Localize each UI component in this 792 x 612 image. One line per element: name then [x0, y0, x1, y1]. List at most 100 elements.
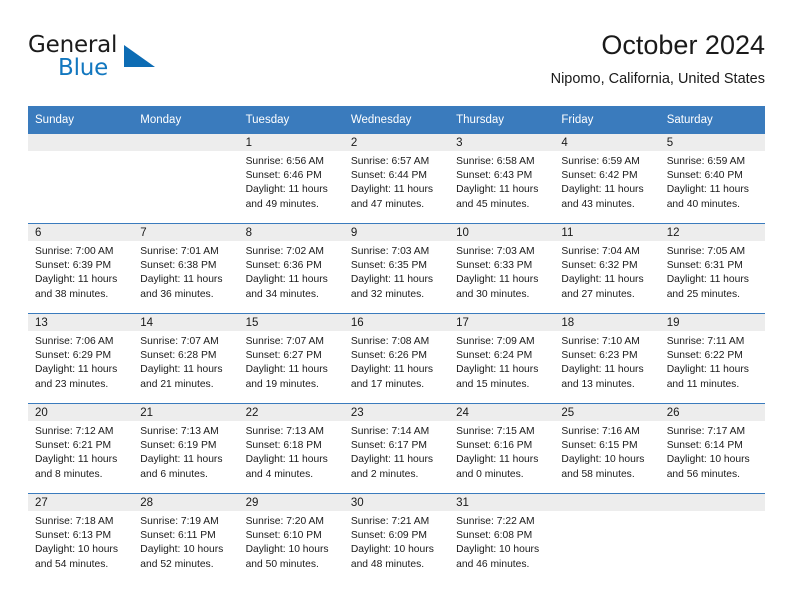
calendar-day-cell[interactable]: 9 Sunrise: 7:03 AM Sunset: 6:35 PM Daylight… — [343, 223, 450, 314]
calendar-day-cell[interactable]: 8 Sunrise: 7:02 AM Sunset: 6:36 PM Daylight… — [238, 223, 344, 314]
calendar-day-cell[interactable]: 31 Sunrise: 7:22 AM Sunset: 6:08 PM Dayligh… — [449, 493, 555, 583]
calendar-day-cell[interactable]: 14 Sunrise: 7:07 AM Sunset: 6:28 PM Dayligh… — [133, 313, 239, 404]
daylight-text-line1: Daylight: 10 hours — [456, 544, 540, 556]
calendar-day-cell[interactable]: 4 Sunrise: 6:59 AM Sunset: 6:42 PM Daylight… — [554, 133, 660, 224]
calendar-day-cell[interactable]: 2 Sunrise: 6:57 AM Sunset: 6:44 PM Daylight… — [343, 133, 450, 224]
day-number: 26 — [659, 404, 765, 421]
calendar-day-cell[interactable]: 3 Sunrise: 6:58 AM Sunset: 6:43 PM Daylight… — [449, 133, 555, 224]
calendar-day-cell[interactable]: 25 Sunrise: 7:16 AM Sunset: 6:15 PM Dayligh… — [554, 403, 660, 494]
sunrise-text: Sunrise: 7:03 AM — [350, 246, 430, 257]
calendar-day-cell[interactable]: 22 Sunrise: 7:13 AM Sunset: 6:18 PM Dayligh… — [238, 403, 344, 494]
calendar-day-cell — [659, 493, 765, 583]
sunrise-text: Sunrise: 7:11 AM — [666, 336, 745, 347]
day-details: Sunrise: 7:16 AM Sunset: 6:15 PM Daylight:… — [554, 421, 659, 482]
daylight-text-line1: Daylight: 11 hours — [350, 454, 434, 466]
calendar-day-cell[interactable]: 16 Sunrise: 7:08 AM Sunset: 6:26 PM Dayligh… — [343, 313, 450, 404]
calendar-day-cell[interactable]: 11 Sunrise: 7:04 AM Sunset: 6:32 PM Dayligh… — [554, 223, 660, 314]
daylight-text-line1: Daylight: 11 hours — [245, 454, 328, 466]
calendar-day-cell[interactable]: 1 Sunrise: 6:56 AM Sunset: 6:46 PM Daylight… — [238, 133, 344, 224]
calendar-day-cell[interactable]: 17 Sunrise: 7:09 AM Sunset: 6:24 PM Dayligh… — [449, 313, 555, 404]
sunset-text: Sunset: 6:15 PM — [561, 440, 638, 452]
day-number: 24 — [449, 404, 555, 421]
day-cell-content: 1 Sunrise: 6:56 AM Sunset: 6:46 PM Daylight… — [238, 134, 344, 223]
daylight-text-line1: Daylight: 10 hours — [140, 544, 224, 556]
day-cell-content: 4 Sunrise: 6:59 AM Sunset: 6:42 PM Daylight… — [554, 134, 660, 223]
day-details: Sunrise: 6:56 AM Sunset: 6:46 PM Daylight:… — [239, 151, 344, 212]
calendar-day-cell[interactable]: 21 Sunrise: 7:13 AM Sunset: 6:19 PM Dayligh… — [133, 403, 239, 494]
calendar-day-cell[interactable]: 6 Sunrise: 7:00 AM Sunset: 6:39 PM Daylight… — [28, 223, 134, 314]
calendar-day-cell[interactable]: 12 Sunrise: 7:05 AM Sunset: 6:31 PM Dayligh… — [659, 223, 765, 314]
sunset-text: Sunset: 6:31 PM — [666, 260, 743, 272]
daylight-text-line1: Daylight: 11 hours — [35, 274, 118, 286]
daylight-text-line2: and 8 minutes. — [35, 468, 103, 480]
calendar-day-cell[interactable]: 28 Sunrise: 7:19 AM Sunset: 6:11 PM Dayligh… — [133, 493, 239, 583]
calendar-day-cell[interactable]: 19 Sunrise: 7:11 AM Sunset: 6:22 PM Dayligh… — [659, 313, 765, 404]
page-subtitle: Nipomo, California, United States — [550, 71, 765, 87]
calendar-day-cell[interactable]: 27 Sunrise: 7:18 AM Sunset: 6:13 PM Dayligh… — [28, 493, 134, 583]
sunset-text: Sunset: 6:18 PM — [245, 440, 322, 452]
sunrise-text: Sunrise: 7:22 AM — [456, 516, 535, 527]
calendar-day-cell[interactable]: 24 Sunrise: 7:15 AM Sunset: 6:16 PM Dayligh… — [449, 403, 555, 494]
calendar-day-cell[interactable]: 13 Sunrise: 7:06 AM Sunset: 6:29 PM Dayligh… — [28, 313, 134, 404]
day-cell-content: 15 Sunrise: 7:07 AM Sunset: 6:27 PM Dayligh… — [238, 314, 344, 403]
daylight-text-line2: and 15 minutes. — [456, 378, 530, 390]
daylight-text-line1: Daylight: 11 hours — [35, 454, 118, 466]
sunset-text: Sunset: 6:13 PM — [35, 530, 112, 542]
daylight-text-line1: Daylight: 11 hours — [666, 184, 749, 196]
daylight-text-line2: and 36 minutes. — [140, 288, 214, 300]
day-cell-content — [133, 134, 239, 223]
daylight-text-line1: Daylight: 11 hours — [245, 274, 328, 286]
sunrise-text: Sunrise: 6:57 AM — [350, 156, 430, 167]
calendar-day-cell[interactable]: 7 Sunrise: 7:01 AM Sunset: 6:38 PM Daylight… — [133, 223, 239, 314]
daylight-text-line2: and 45 minutes. — [456, 198, 530, 210]
sunrise-text: Sunrise: 7:10 AM — [561, 336, 640, 347]
day-cell-content: 9 Sunrise: 7:03 AM Sunset: 6:35 PM Daylight… — [343, 224, 450, 313]
daylight-text-line1: Daylight: 11 hours — [140, 454, 223, 466]
calendar-day-cell[interactable]: 26 Sunrise: 7:17 AM Sunset: 6:14 PM Dayligh… — [659, 403, 765, 494]
calendar-day-cell[interactable]: 15 Sunrise: 7:07 AM Sunset: 6:27 PM Dayligh… — [238, 313, 344, 404]
day-number: 17 — [449, 314, 555, 331]
day-number: 5 — [659, 134, 765, 151]
calendar-day-cell[interactable]: 23 Sunrise: 7:14 AM Sunset: 6:17 PM Dayligh… — [343, 403, 450, 494]
day-number: 28 — [133, 494, 239, 511]
day-details: Sunrise: 7:07 AM Sunset: 6:28 PM Daylight:… — [133, 331, 238, 392]
sunset-text: Sunset: 6:38 PM — [140, 260, 217, 272]
logo-triangle-icon — [124, 45, 155, 67]
daylight-text-line2: and 32 minutes. — [350, 288, 425, 300]
daylight-text-line2: and 0 minutes. — [456, 468, 524, 480]
daylight-text-line2: and 21 minutes. — [140, 378, 214, 390]
daylight-text-line2: and 54 minutes. — [35, 558, 109, 570]
day-cell-content: 21 Sunrise: 7:13 AM Sunset: 6:19 PM Dayligh… — [133, 404, 239, 493]
calendar-day-cell[interactable]: 10 Sunrise: 7:03 AM Sunset: 6:33 PM Dayligh… — [449, 223, 555, 314]
sunset-text: Sunset: 6:19 PM — [140, 440, 217, 452]
day-number: 1 — [238, 134, 344, 151]
calendar-day-cell[interactable]: 5 Sunrise: 6:59 AM Sunset: 6:40 PM Daylight… — [659, 133, 765, 224]
sunrise-text: Sunrise: 7:02 AM — [245, 246, 324, 257]
daylight-text-line2: and 49 minutes. — [245, 198, 319, 210]
day-details: Sunrise: 7:04 AM Sunset: 6:32 PM Daylight:… — [554, 241, 659, 302]
calendar-day-cell[interactable]: 29 Sunrise: 7:20 AM Sunset: 6:10 PM Dayligh… — [238, 493, 344, 583]
sunrise-text: Sunrise: 7:16 AM — [561, 426, 640, 437]
sunrise-text: Sunrise: 7:05 AM — [666, 246, 746, 257]
calendar-day-cell[interactable]: 30 Sunrise: 7:21 AM Sunset: 6:09 PM Dayligh… — [343, 493, 450, 583]
day-number: 20 — [28, 404, 134, 421]
day-cell-content: 8 Sunrise: 7:02 AM Sunset: 6:36 PM Daylight… — [238, 224, 344, 313]
day-cell-content: 28 Sunrise: 7:19 AM Sunset: 6:11 PM Dayligh… — [133, 494, 239, 583]
calendar-page: General Blue October 2024 Nipomo, Califo… — [0, 0, 792, 612]
sunrise-text: Sunrise: 7:19 AM — [140, 516, 219, 527]
calendar-day-cell[interactable]: 20 Sunrise: 7:12 AM Sunset: 6:21 PM Dayligh… — [28, 403, 134, 494]
calendar-day-cell[interactable]: 18 Sunrise: 7:10 AM Sunset: 6:23 PM Dayligh… — [554, 313, 660, 404]
day-number: 31 — [449, 494, 555, 511]
general-blue-logo[interactable]: General Blue — [28, 32, 178, 90]
day-cell-content: 22 Sunrise: 7:13 AM Sunset: 6:18 PM Dayligh… — [238, 404, 344, 493]
calendar-week-row: 20 Sunrise: 7:12 AM Sunset: 6:21 PM Dayligh… — [28, 403, 765, 494]
sunrise-text: Sunrise: 7:06 AM — [35, 336, 114, 347]
daylight-text-line1: Daylight: 11 hours — [456, 454, 539, 466]
daylight-text-line2: and 48 minutes. — [350, 558, 425, 570]
day-details: Sunrise: 7:17 AM Sunset: 6:14 PM Daylight:… — [660, 421, 765, 482]
sunset-text: Sunset: 6:23 PM — [561, 350, 638, 362]
daylight-text-line2: and 19 minutes. — [245, 378, 319, 390]
sunset-text: Sunset: 6:27 PM — [245, 350, 322, 362]
daylight-text-line1: Daylight: 11 hours — [350, 274, 434, 286]
day-details: Sunrise: 7:08 AM Sunset: 6:26 PM Daylight:… — [344, 331, 449, 392]
